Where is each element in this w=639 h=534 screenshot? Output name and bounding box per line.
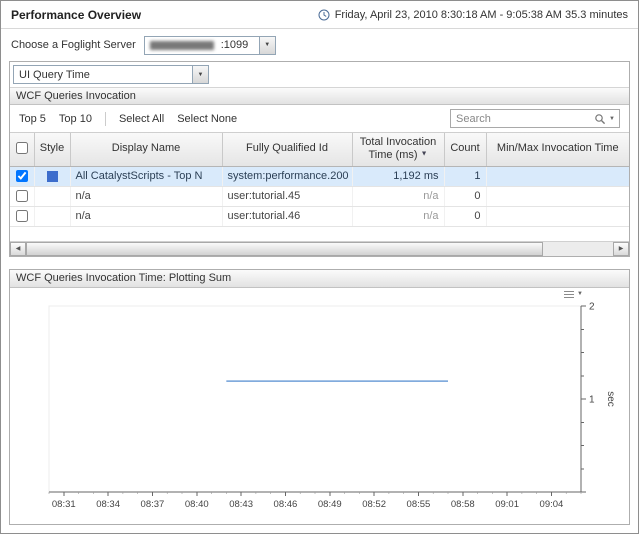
chart-options-button[interactable]: ▼ [564,291,583,298]
chart-body: ▼ 1 2 sec 08:31 08:34 08:37 08:40 08:43 08:46 08:… [10,288,629,524]
cell-minmax [486,206,629,226]
metric-select-row: UI Query Time ▼ [10,62,629,87]
search-icon[interactable] [594,113,606,125]
table-header-row: Style Display Name Fully Qualified Id To… [10,133,629,166]
table-row[interactable]: n/a user:tutorial.45 n/a 0 [10,186,629,206]
chart-options-icon [564,291,574,298]
sort-desc-icon: ▼ [421,151,428,158]
svg-text:08:46: 08:46 [274,499,298,510]
queries-table-body: All CatalystScripts - Top N system:perfo… [10,166,629,226]
select-none-button[interactable]: Select None [177,113,237,125]
svg-text:08:58: 08:58 [451,499,475,510]
column-header-minmax[interactable]: Min/Max Invocation Time [486,133,629,166]
row-checkbox[interactable] [16,170,28,182]
column-header-display-name[interactable]: Display Name [70,133,222,166]
table-empty-area [10,227,629,241]
time-range-label: Friday, April 23, 2010 8:30:18 AM - 9:05… [335,9,628,21]
svg-text:2: 2 [589,301,595,312]
table-row[interactable]: All CatalystScripts - Top N system:perfo… [10,166,629,186]
style-swatch [47,171,58,182]
cell-count: 0 [444,186,486,206]
select-all-button[interactable]: Select All [119,113,164,125]
cell-fqid: system:performance.200 [222,166,352,186]
column-header-style[interactable]: Style [34,133,70,166]
server-picker-dropdown-button[interactable]: ▼ [259,37,275,54]
cell-count: 1 [444,166,486,186]
svg-text:08:55: 08:55 [407,499,431,510]
cell-fqid: user:tutorial.45 [222,186,352,206]
cell-total-invocation-time: 1,192 ms [352,166,444,186]
svg-text:09:04: 09:04 [540,499,564,510]
server-port-label: :1099 [216,39,259,51]
cell-count: 0 [444,206,486,226]
search-box: ▼ [450,109,620,128]
cell-minmax [486,166,629,186]
topbar: Performance Overview Friday, April 23, 2… [1,1,638,29]
time-range-selector[interactable]: Friday, April 23, 2010 8:30:18 AM - 9:05… [318,9,628,21]
chart-panel-header: WCF Queries Invocation Time: Plotting Su… [10,270,629,288]
queries-table: Style Display Name Fully Qualified Id To… [10,133,629,227]
performance-overview-window: { "header": { "title": "Performance Over… [0,0,639,534]
cell-total-invocation-time: n/a [352,206,444,226]
svg-text:08:37: 08:37 [141,499,165,510]
server-picker-combo[interactable]: :1099 ▼ [144,36,276,55]
cell-minmax [486,186,629,206]
server-picker-label: Choose a Foglight Server [11,39,136,51]
top5-button[interactable]: Top 5 [19,113,46,125]
row-checkbox[interactable] [16,190,28,202]
column-header-fqid[interactable]: Fully Qualified Id [222,133,352,166]
metric-select-dropdown-button[interactable]: ▼ [192,66,208,83]
scroll-right-button[interactable]: ▶ [613,242,629,256]
server-row: Choose a Foglight Server :1099 ▼ [1,29,638,61]
cell-total-invocation-time: n/a [352,186,444,206]
table-row[interactable]: n/a user:tutorial.46 n/a 0 [10,206,629,226]
queries-panel-header: WCF Queries Invocation [10,87,629,105]
svg-text:08:43: 08:43 [229,499,253,510]
row-checkbox[interactable] [16,210,28,222]
svg-text:08:31: 08:31 [52,499,76,510]
queries-panel: UI Query Time ▼ WCF Queries Invocation T… [9,61,630,257]
clock-icon [318,9,330,21]
chart-options-dropdown-icon: ▼ [577,291,583,297]
scrollbar-thumb[interactable] [26,242,543,256]
scrollbar-track[interactable] [26,242,613,256]
horizontal-scrollbar[interactable]: ◀ ▶ [10,241,629,256]
svg-text:08:34: 08:34 [96,499,120,510]
svg-text:09:01: 09:01 [495,499,519,510]
queries-panel-title: WCF Queries Invocation [16,90,136,102]
page-title: Performance Overview [11,8,141,22]
metric-select-combo[interactable]: UI Query Time ▼ [13,65,209,84]
cell-display-name: n/a [70,186,222,206]
chart-svg: 1 2 sec 08:31 08:34 08:37 08:40 08:43 08:46 08:49… [11,290,630,522]
chart-panel-title: WCF Queries Invocation Time: Plotting Su… [16,272,231,284]
svg-text:1: 1 [589,394,595,405]
top10-button[interactable]: Top 10 [59,113,92,125]
cell-fqid: user:tutorial.46 [222,206,352,226]
svg-text:sec: sec [605,391,616,407]
cell-display-name: n/a [70,206,222,226]
scroll-left-button[interactable]: ◀ [10,242,26,256]
svg-text:08:52: 08:52 [362,499,386,510]
svg-text:08:40: 08:40 [185,499,209,510]
select-all-checkbox[interactable] [16,142,28,154]
column-header-total-invocation-time[interactable]: Total Invocation Time (ms) ▼ [352,133,444,166]
server-name-redacted [150,41,214,50]
chart-panel: WCF Queries Invocation Time: Plotting Su… [9,269,630,525]
column-header-count[interactable]: Count [444,133,486,166]
svg-text:08:49: 08:49 [318,499,342,510]
header-checkbox-cell[interactable] [10,133,34,166]
search-input[interactable] [451,113,590,125]
metric-select-value: UI Query Time [14,69,192,81]
search-options-dropdown-icon[interactable]: ▼ [609,116,615,122]
toolbar-divider [105,112,106,126]
cell-display-name: All CatalystScripts - Top N [70,166,222,186]
queries-toolbar: Top 5 Top 10 Select All Select None ▼ [10,105,629,133]
